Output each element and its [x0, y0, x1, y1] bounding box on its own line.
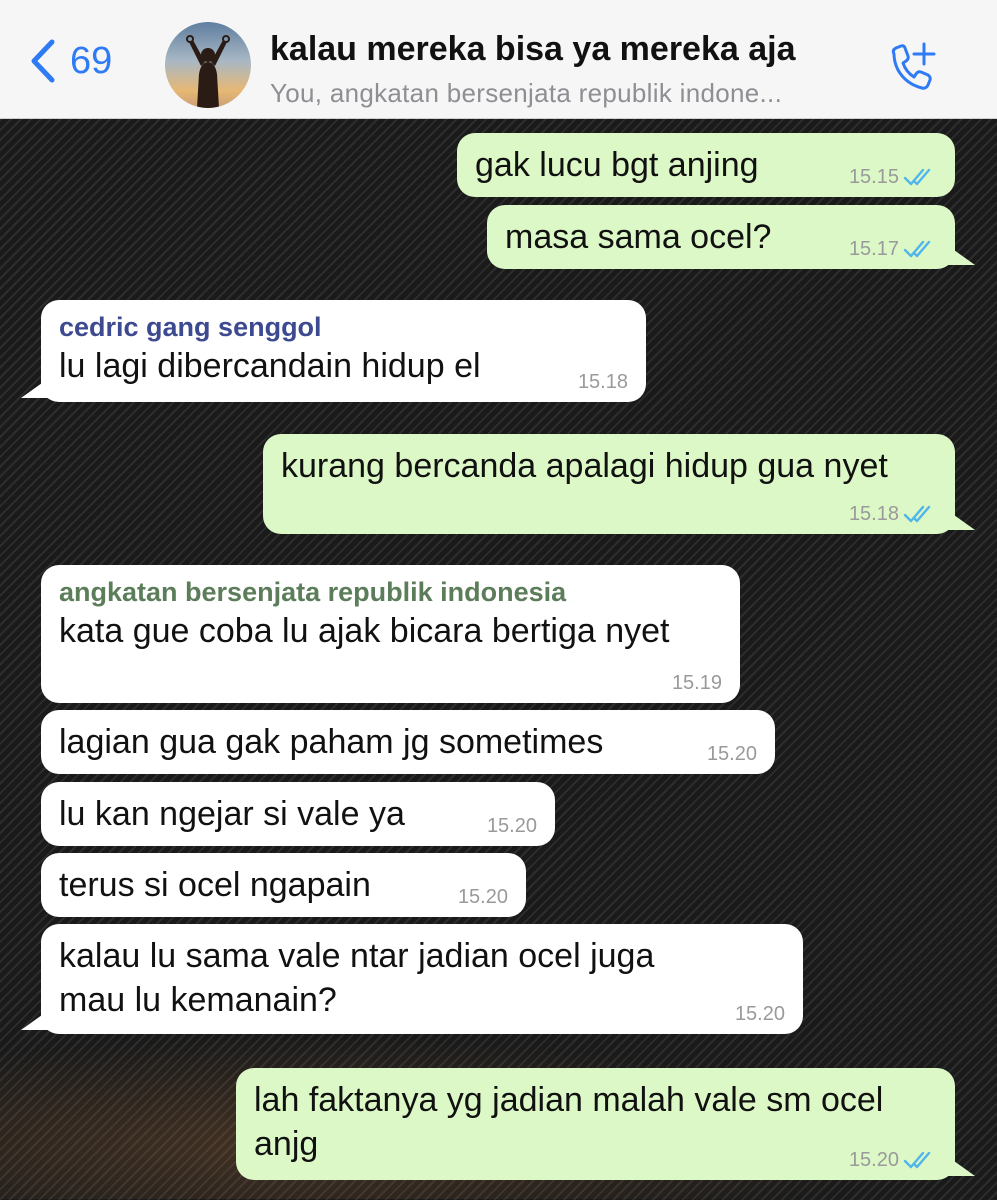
message-time: 15.20 [848, 1149, 899, 1171]
message-text: lu lagi dibercandain hidup el [59, 347, 481, 385]
message-text: kurang bercanda apalagi hidup gua nyet [281, 447, 888, 485]
double-check-icon [903, 1151, 931, 1169]
message-time: 15.20 [486, 815, 537, 837]
message-text: kalau lu sama vale ntar jadian ocel juga… [59, 937, 655, 1019]
message-text: kata gue coba lu ajak bicara bertiga nye… [59, 612, 670, 650]
message-meta: 15.18 [578, 370, 628, 394]
message-bubble-outgoing[interactable]: masa sama ocel? 15.17 [487, 205, 975, 269]
message-bubble-incoming[interactable]: lu kan ngejar si vale ya 15.20 [41, 782, 555, 846]
double-check-icon [903, 505, 931, 523]
message-bubble-outgoing[interactable]: lah faktanya yg jadian malah vale sm oce… [236, 1068, 975, 1180]
chat-title[interactable]: kalau mereka bisa ya mereka aja [270, 30, 870, 69]
message-time: 15.20 [457, 886, 508, 908]
message-bubble-incoming[interactable]: cedric gang senggol lu lagi dibercandain… [21, 300, 646, 402]
message-bubble-incoming[interactable]: terus si ocel ngapain 15.20 [41, 853, 526, 917]
message-time: 15.15 [848, 166, 899, 188]
message-bubble-outgoing[interactable]: kurang bercanda apalagi hidup gua nyet 1… [263, 434, 975, 534]
avatar-image [186, 35, 230, 108]
message-meta: 15.15 [849, 165, 935, 189]
message-meta: 15.20 [707, 742, 757, 766]
message-time: 15.20 [706, 743, 757, 765]
phone-plus-icon [891, 42, 936, 90]
message-time: 15.17 [848, 238, 899, 260]
message-meta: 15.20 [735, 1002, 785, 1026]
message-bubble-incoming[interactable]: angkatan bersenjata republik indonesia k… [41, 565, 740, 703]
message-list[interactable]: gak lucu bgt anjing 15.15 masa sama ocel… [0, 119, 997, 1200]
message-meta: 15.20 [458, 885, 508, 909]
group-avatar[interactable] [165, 22, 251, 108]
unread-count: 69 [70, 39, 113, 82]
message-meta: 15.19 [672, 671, 722, 695]
message-meta: 15.18 [849, 502, 935, 526]
message-bubble-incoming[interactable]: lagian gua gak paham jg sometimes 15.20 [41, 710, 775, 774]
message-bubble-outgoing[interactable]: gak lucu bgt anjing 15.15 [457, 133, 955, 197]
message-text: terus si ocel ngapain [59, 866, 371, 904]
sender-name[interactable]: angkatan bersenjata republik indonesia [59, 575, 722, 609]
back-button[interactable]: 69 [28, 38, 112, 84]
message-meta: 15.17 [849, 237, 935, 261]
chat-participants[interactable]: You, angkatan bersenjata republik indone… [270, 78, 860, 109]
message-meta: 15.20 [487, 814, 537, 838]
message-text: lagian gua gak paham jg sometimes [59, 723, 604, 761]
sender-name[interactable]: cedric gang senggol [59, 310, 628, 344]
chevron-left-icon [31, 39, 55, 83]
message-time: 15.18 [577, 371, 628, 393]
double-check-icon [903, 168, 931, 186]
message-text: lu kan ngejar si vale ya [59, 795, 405, 833]
message-text: lah faktanya yg jadian malah vale sm oce… [254, 1081, 884, 1163]
message-text: gak lucu bgt anjing [475, 146, 759, 184]
message-time: 15.19 [671, 672, 722, 694]
message-text: masa sama ocel? [505, 218, 772, 256]
chat-header: 69 kalau mereka bisa ya mereka aja You, … [0, 0, 997, 119]
message-bubble-incoming[interactable]: kalau lu sama vale ntar jadian ocel juga… [21, 924, 803, 1034]
message-time: 15.18 [848, 503, 899, 525]
call-button[interactable] [880, 36, 940, 96]
double-check-icon [903, 240, 931, 258]
message-time: 15.20 [734, 1003, 785, 1025]
message-meta: 15.20 [849, 1148, 935, 1172]
